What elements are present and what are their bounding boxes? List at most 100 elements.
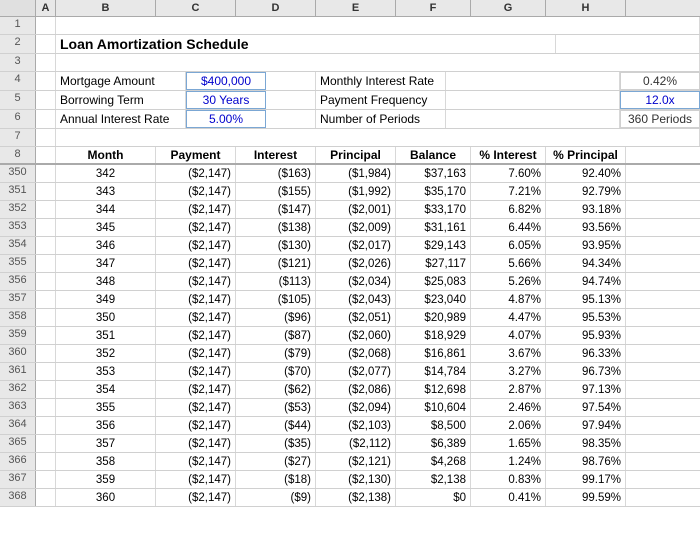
header-interest: Interest (236, 147, 316, 163)
row-num-360: 360 (0, 345, 36, 362)
cell-pct-interest-363: 2.46% (471, 399, 546, 416)
table-row: 352344($2,147)($147)($2,001)$33,1706.82%… (0, 201, 700, 219)
cell-balance-357: $23,040 (396, 291, 471, 308)
row-num-363: 363 (0, 399, 36, 416)
cell-payment-368: ($2,147) (156, 489, 236, 506)
cell-balance-364: $8,500 (396, 417, 471, 434)
header-pct-principal: % Principal (546, 147, 626, 163)
cell-a-359 (36, 327, 56, 344)
col-header-e: E (316, 0, 396, 16)
cell-balance-362: $12,698 (396, 381, 471, 398)
cell-principal-354: ($2,017) (316, 237, 396, 254)
cell-principal-363: ($2,094) (316, 399, 396, 416)
cell-pct-interest-351: 7.21% (471, 183, 546, 200)
cell-a5 (36, 91, 56, 109)
row-num-351: 351 (0, 183, 36, 200)
cell-pct-interest-358: 4.47% (471, 309, 546, 326)
row-num-358: 358 (0, 309, 36, 326)
cell-a3 (36, 54, 56, 71)
value-number-of-periods[interactable]: 360 Periods (620, 110, 700, 128)
cell-month-355: 347 (56, 255, 156, 272)
cell-a-366 (36, 453, 56, 470)
cell-interest-362: ($62) (236, 381, 316, 398)
cell-interest-350: ($163) (236, 165, 316, 182)
cell-pct-interest-361: 3.27% (471, 363, 546, 380)
header-principal: Principal (316, 147, 396, 163)
row-num-3: 3 (0, 54, 36, 71)
cell-payment-356: ($2,147) (156, 273, 236, 290)
row-1: 1 (0, 17, 700, 35)
cell-a-362 (36, 381, 56, 398)
cell-balance-363: $10,604 (396, 399, 471, 416)
cell-balance-352: $33,170 (396, 201, 471, 218)
cell-balance-366: $4,268 (396, 453, 471, 470)
row-num-353: 353 (0, 219, 36, 236)
cell-a-358 (36, 309, 56, 326)
value-monthly-interest-rate[interactable]: 0.42% (620, 72, 700, 90)
cell-pct-principal-354: 93.95% (546, 237, 626, 254)
cell-interest-358: ($96) (236, 309, 316, 326)
cell-pct-principal-350: 92.40% (546, 165, 626, 182)
value-annual-interest-rate[interactable]: 5.00% (186, 110, 266, 128)
cell-payment-363: ($2,147) (156, 399, 236, 416)
cell-interest-352: ($147) (236, 201, 316, 218)
row-num-364: 364 (0, 417, 36, 434)
cell-balance-367: $2,138 (396, 471, 471, 488)
cell-payment-360: ($2,147) (156, 345, 236, 362)
cell-pct-interest-357: 4.87% (471, 291, 546, 308)
cell-balance-350: $37,163 (396, 165, 471, 182)
cell-a-368 (36, 489, 56, 506)
table-row: 361353($2,147)($70)($2,077)$14,7843.27%9… (0, 363, 700, 381)
cell-a-353 (36, 219, 56, 236)
cell-pct-principal-351: 92.79% (546, 183, 626, 200)
cell-a-350 (36, 165, 56, 182)
cell-interest-359: ($87) (236, 327, 316, 344)
cell-principal-364: ($2,103) (316, 417, 396, 434)
cell-principal-361: ($2,077) (316, 363, 396, 380)
cell-month-350: 342 (56, 165, 156, 182)
cell-a-360 (36, 345, 56, 362)
column-headers: A B C D E F G H (0, 0, 700, 17)
cell-month-364: 356 (56, 417, 156, 434)
cell-principal-368: ($2,138) (316, 489, 396, 506)
cell-pct-interest-352: 6.82% (471, 201, 546, 218)
row-num-354: 354 (0, 237, 36, 254)
cell-pct-interest-367: 0.83% (471, 471, 546, 488)
cell-a-367 (36, 471, 56, 488)
cell-interest-363: ($53) (236, 399, 316, 416)
cell-pct-interest-359: 4.07% (471, 327, 546, 344)
row-num-4: 4 (0, 72, 36, 90)
cell-pct-principal-368: 99.59% (546, 489, 626, 506)
cell-a6 (36, 110, 56, 128)
spacer-5b (446, 91, 620, 109)
value-payment-frequency[interactable]: 12.0x (620, 91, 700, 109)
cell-principal-359: ($2,060) (316, 327, 396, 344)
cell-pct-interest-350: 7.60% (471, 165, 546, 182)
cell-month-351: 343 (56, 183, 156, 200)
cell-rest-2 (556, 35, 700, 53)
cell-balance-361: $14,784 (396, 363, 471, 380)
cell-balance-351: $35,170 (396, 183, 471, 200)
cell-interest-364: ($44) (236, 417, 316, 434)
value-mortgage-amount[interactable]: $400,000 (186, 72, 266, 90)
cell-interest-368: ($9) (236, 489, 316, 506)
cell-a1 (36, 17, 56, 34)
header-pct-interest: % Interest (471, 147, 546, 163)
cell-principal-360: ($2,068) (316, 345, 396, 362)
table-row: 356348($2,147)($113)($2,034)$25,0835.26%… (0, 273, 700, 291)
value-borrowing-term[interactable]: 30 Years (186, 91, 266, 109)
col-header-d: D (236, 0, 316, 16)
row-num-366: 366 (0, 453, 36, 470)
table-row: 362354($2,147)($62)($2,086)$12,6982.87%9… (0, 381, 700, 399)
table-row: 359351($2,147)($87)($2,060)$18,9294.07%9… (0, 327, 700, 345)
row-3: 3 (0, 54, 700, 72)
cell-month-359: 351 (56, 327, 156, 344)
cell-payment-354: ($2,147) (156, 237, 236, 254)
row-2: 2 Loan Amortization Schedule (0, 35, 700, 54)
row-num-8: 8 (0, 147, 36, 163)
row-num-361: 361 (0, 363, 36, 380)
header-balance: Balance (396, 147, 471, 163)
cell-payment-355: ($2,147) (156, 255, 236, 272)
row-4: 4 Mortgage Amount $400,000 Monthly Inter… (0, 72, 700, 91)
cell-pct-interest-354: 6.05% (471, 237, 546, 254)
